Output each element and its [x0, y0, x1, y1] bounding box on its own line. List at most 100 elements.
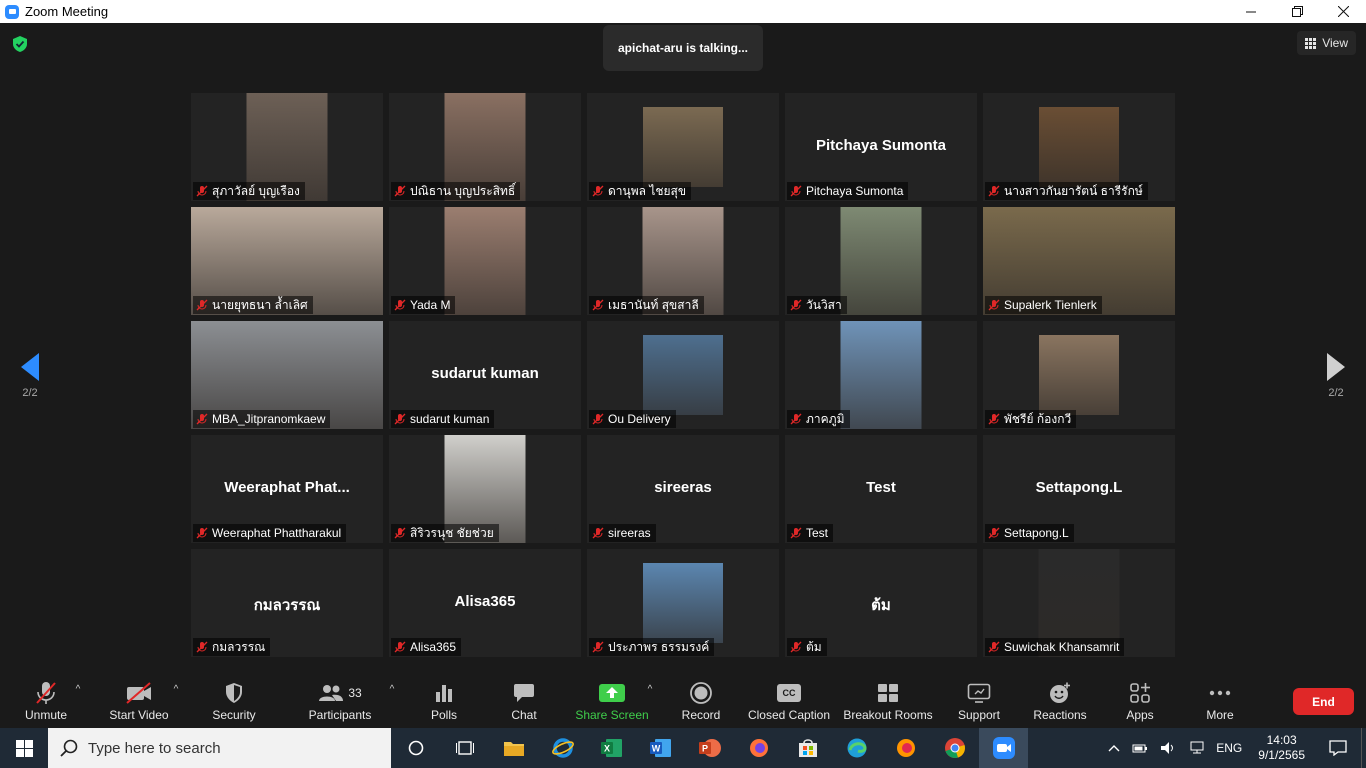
chat-label: Chat	[511, 708, 537, 722]
word-taskbar-icon[interactable]: W	[636, 728, 685, 768]
maximize-button[interactable]	[1274, 0, 1320, 23]
taskbar-search-box[interactable]: Type here to search	[48, 728, 391, 768]
firefox-2-taskbar-icon[interactable]	[881, 728, 930, 768]
more-button[interactable]: More	[1204, 680, 1236, 724]
participant-tile[interactable]: ดานุพล ไชยสุข	[587, 93, 779, 201]
participant-name-tag: ประภาพร ธรรมรงค์	[589, 638, 715, 656]
video-options-caret[interactable]: ^	[171, 680, 181, 724]
participant-tile[interactable]: สุภาวัลย์ บุญเรือง	[191, 93, 383, 201]
participant-tile[interactable]: Ou Delivery	[587, 321, 779, 429]
apps-label: Apps	[1126, 708, 1154, 722]
encryption-shield-icon[interactable]	[12, 36, 28, 52]
participant-tile[interactable]: ภาคภูมิ	[785, 321, 977, 429]
participant-tile[interactable]: กมลวรรณ กมลวรรณ	[191, 549, 383, 657]
participant-name: ประภาพร ธรรมรงค์	[608, 639, 710, 654]
security-shield-icon	[226, 683, 242, 703]
share-screen-icon	[599, 684, 625, 702]
participant-display-name: Alisa365	[454, 593, 516, 610]
participant-tile[interactable]: Supalerk Tienlerk	[983, 207, 1175, 315]
chat-button[interactable]: Chat	[508, 680, 540, 724]
chat-icon	[514, 684, 534, 702]
polls-button[interactable]: Polls	[428, 680, 460, 724]
record-button[interactable]: Record	[681, 680, 721, 724]
participant-tile[interactable]: เมธานันท์ สุขสาลี	[587, 207, 779, 315]
participant-tile[interactable]: sudarut kuman sudarut kuman	[389, 321, 581, 429]
participant-tile[interactable]: พัชรีย์ ก้องกวี	[983, 321, 1175, 429]
share-screen-button[interactable]: Share Screen	[575, 680, 649, 724]
search-icon	[60, 739, 78, 757]
view-button[interactable]: View	[1297, 31, 1356, 55]
battery-status[interactable]	[1126, 742, 1154, 754]
participant-tile[interactable]: ต้ม ต้ม	[785, 549, 977, 657]
participant-gallery: สุภาวัลย์ บุญเรือง ปณิธาน บุญประสิทธิ์ ดาน…	[191, 93, 1175, 657]
network-status[interactable]	[1182, 741, 1210, 755]
close-button[interactable]	[1320, 0, 1366, 23]
breakout-rooms-button[interactable]: Breakout Rooms	[843, 680, 933, 724]
participant-name: Settapong.L	[1004, 526, 1069, 540]
participant-tile[interactable]: ปณิธาน บุญประสิทธิ์	[389, 93, 581, 201]
participant-tile[interactable]: ประภาพร ธรรมรงค์	[587, 549, 779, 657]
participant-tile[interactable]: Suwichak Khansamrit	[983, 549, 1175, 657]
participant-tile[interactable]: นายยุทธนา ล้ำเลิศ	[191, 207, 383, 315]
participant-name: ภาคภูมิ	[806, 411, 845, 426]
input-language[interactable]: ENG	[1210, 741, 1248, 755]
volume-control[interactable]	[1154, 741, 1182, 755]
polls-icon	[436, 685, 452, 702]
closed-caption-button[interactable]: CC Closed Caption	[748, 680, 830, 724]
caret-up-icon: ^	[389, 684, 395, 695]
support-button[interactable]: Support	[956, 680, 1002, 724]
start-button[interactable]	[0, 728, 48, 768]
notification-center-button[interactable]	[1315, 740, 1361, 756]
participants-options-caret[interactable]: ^	[387, 680, 397, 724]
microphone-muted-icon	[196, 185, 208, 197]
share-options-caret[interactable]: ^	[645, 680, 655, 724]
previous-page-button[interactable]: 2/2	[10, 353, 50, 399]
participant-tile[interactable]: sireeras sireeras	[587, 435, 779, 543]
participant-tile[interactable]: นางสาวกันยารัตน์ ธารีรักษ์	[983, 93, 1175, 201]
participant-name: Ou Delivery	[608, 412, 671, 426]
next-page-button[interactable]: 2/2	[1316, 353, 1356, 399]
minimize-button[interactable]	[1228, 0, 1274, 23]
edge-taskbar-icon[interactable]	[832, 728, 881, 768]
participant-tile[interactable]: Weeraphat Phat... Weeraphat Phattharakul	[191, 435, 383, 543]
internet-explorer-taskbar-icon[interactable]	[538, 728, 587, 768]
apps-button[interactable]: Apps	[1124, 680, 1156, 724]
word-icon: W	[649, 739, 671, 757]
reactions-button[interactable]: Reactions	[1033, 680, 1087, 724]
task-view-button[interactable]	[440, 728, 489, 768]
powerpoint-taskbar-icon[interactable]: P	[685, 728, 734, 768]
participant-name: สิริวรนุช ชัยช่วย	[410, 525, 494, 540]
excel-taskbar-icon[interactable]: X	[587, 728, 636, 768]
participant-tile[interactable]: Settapong.L Settapong.L	[983, 435, 1175, 543]
participant-tile[interactable]: Test Test	[785, 435, 977, 543]
taskbar-clock[interactable]: 14:03 9/1/2565	[1248, 733, 1315, 763]
file-explorer-taskbar-icon[interactable]	[489, 728, 538, 768]
chrome-taskbar-icon[interactable]	[930, 728, 979, 768]
participant-tile[interactable]: สิริวรนุช ชัยช่วย	[389, 435, 581, 543]
meeting-stage: apichat-aru is talking... View 2/2 2/2 ส…	[0, 23, 1366, 672]
windows-logo-icon	[15, 739, 33, 757]
audio-options-caret[interactable]: ^	[73, 680, 83, 724]
participant-video	[840, 207, 922, 315]
participant-tile[interactable]: Yada M	[389, 207, 581, 315]
participant-tile[interactable]: Pitchaya Sumonta Pitchaya Sumonta	[785, 93, 977, 201]
security-button[interactable]: Security	[211, 680, 257, 724]
participant-name-tag: Suwichak Khansamrit	[985, 638, 1125, 656]
participant-video	[643, 563, 723, 643]
store-taskbar-icon[interactable]	[783, 728, 832, 768]
show-hidden-icons-button[interactable]	[1102, 744, 1126, 752]
unmute-button[interactable]: Unmute	[24, 680, 68, 724]
participant-display-name: Pitchaya Sumonta	[815, 137, 947, 154]
participant-tile[interactable]: MBA_Jitpranomkaew	[191, 321, 383, 429]
cortana-button[interactable]	[391, 728, 440, 768]
microphone-muted-icon	[790, 413, 802, 425]
participant-tile[interactable]: Alisa365 Alisa365	[389, 549, 581, 657]
participant-tile[interactable]: วันวิสา	[785, 207, 977, 315]
participant-name-tag: Alisa365	[391, 638, 462, 656]
firefox-taskbar-icon[interactable]	[734, 728, 783, 768]
end-meeting-button[interactable]: End	[1293, 688, 1354, 715]
zoom-taskbar-icon[interactable]	[979, 728, 1028, 768]
participants-button[interactable]: 33 Participants	[306, 680, 374, 724]
microphone-muted-icon	[592, 527, 604, 539]
start-video-button[interactable]: Start Video	[108, 680, 170, 724]
